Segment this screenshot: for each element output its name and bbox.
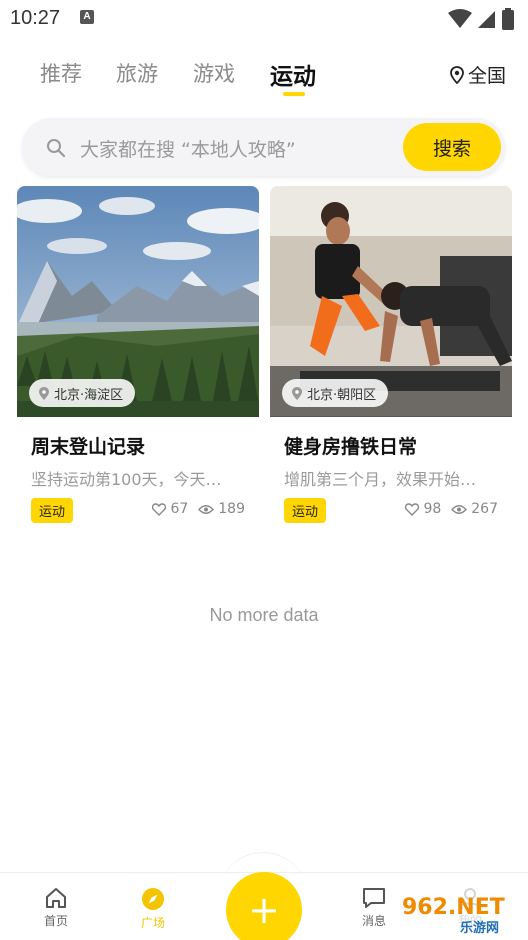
battery-icon — [502, 8, 514, 30]
list-end-message: No more data — [209, 605, 319, 625]
search-input[interactable]: 大家都在搜 “本地人攻略” — [80, 135, 296, 162]
home-icon — [46, 888, 66, 908]
card-location-badge: 北京·朝阳区 — [282, 379, 389, 407]
wifi-icon — [448, 9, 472, 28]
tab-travel[interactable]: 旅游 — [116, 58, 158, 88]
search-bar[interactable]: 大家都在搜 “本地人攻略” 搜索 — [22, 118, 505, 176]
search-icon — [47, 139, 66, 158]
views-stat: 189 — [198, 501, 245, 517]
post-card[interactable]: 北京·朝阳区 健身房撸铁日常 增肌第三个月，效果开始… 运动 98 267 — [270, 186, 512, 523]
location-selector[interactable]: 全国 — [450, 61, 506, 88]
likes-stat[interactable]: 98 — [405, 501, 441, 517]
signal-icon — [478, 11, 495, 28]
likes-count: 98 — [423, 501, 442, 517]
message-icon — [363, 888, 385, 908]
views-count: 189 — [218, 501, 245, 517]
create-post-button[interactable]: + — [226, 872, 302, 940]
likes-stat[interactable]: 67 — [152, 501, 188, 517]
card-tag[interactable]: 运动 — [31, 498, 74, 523]
nav-item-home[interactable]: 首页 — [26, 887, 86, 929]
tab-recommend[interactable]: 推荐 — [40, 58, 82, 88]
heart-icon — [405, 502, 420, 516]
post-card[interactable]: 北京·海淀区 周末登山记录 坚持运动第100天，今天… 运动 67 189 — [17, 186, 259, 523]
compass-icon — [142, 888, 164, 910]
status-bar: 10:27 A — [0, 0, 528, 38]
tab-sports[interactable]: 运动 — [270, 57, 316, 91]
watermark-logo: 962.NET 乐游网 — [396, 888, 524, 936]
card-stats: 98 267 — [405, 501, 498, 517]
location-pin-icon — [450, 65, 464, 84]
nav-item-square[interactable]: 广场 — [123, 887, 183, 931]
card-stats: 67 189 — [152, 501, 245, 517]
card-description: 坚持运动第100天，今天… — [31, 470, 222, 489]
location-pin-icon — [292, 386, 302, 400]
watermark-top-text: 962.NET — [402, 895, 505, 920]
post-image-gym[interactable]: 北京·朝阳区 — [270, 186, 512, 417]
card-location-label: 北京·朝阳区 — [307, 387, 377, 403]
tab-games[interactable]: 游戏 — [193, 58, 235, 88]
card-tag[interactable]: 运动 — [284, 498, 327, 523]
location-label: 全国 — [467, 65, 506, 87]
likes-count: 67 — [170, 501, 189, 517]
search-button[interactable]: 搜索 — [403, 123, 501, 171]
post-image-mountain[interactable]: 北京·海淀区 — [17, 186, 259, 417]
views-count: 267 — [471, 501, 498, 517]
eye-icon — [198, 504, 215, 514]
eye-icon — [451, 504, 468, 514]
card-title: 健身房撸铁日常 — [284, 436, 418, 458]
site-watermark: 962.NET 乐游网 — [396, 888, 524, 936]
nav-label-square: 广场 — [140, 916, 165, 930]
status-time: 10:27 — [10, 7, 61, 29]
card-description: 增肌第三个月，效果开始… — [284, 470, 477, 489]
nav-label-messages: 消息 — [361, 914, 386, 928]
card-title: 周末登山记录 — [31, 436, 146, 458]
card-location-badge: 北京·海淀区 — [29, 379, 136, 407]
active-tab-indicator — [283, 92, 305, 96]
views-stat: 267 — [451, 501, 498, 517]
status-icons — [448, 8, 514, 30]
category-tabs: 推荐 旅游 游戏 运动 全国 — [0, 52, 528, 102]
notification-icon: A — [80, 10, 94, 24]
heart-icon — [152, 502, 167, 516]
nav-label-home: 首页 — [43, 914, 68, 928]
watermark-bottom-text: 乐游网 — [460, 920, 499, 936]
nav-item-messages[interactable]: 消息 — [344, 887, 404, 929]
card-location-label: 北京·海淀区 — [54, 387, 124, 403]
location-pin-icon — [39, 386, 49, 400]
